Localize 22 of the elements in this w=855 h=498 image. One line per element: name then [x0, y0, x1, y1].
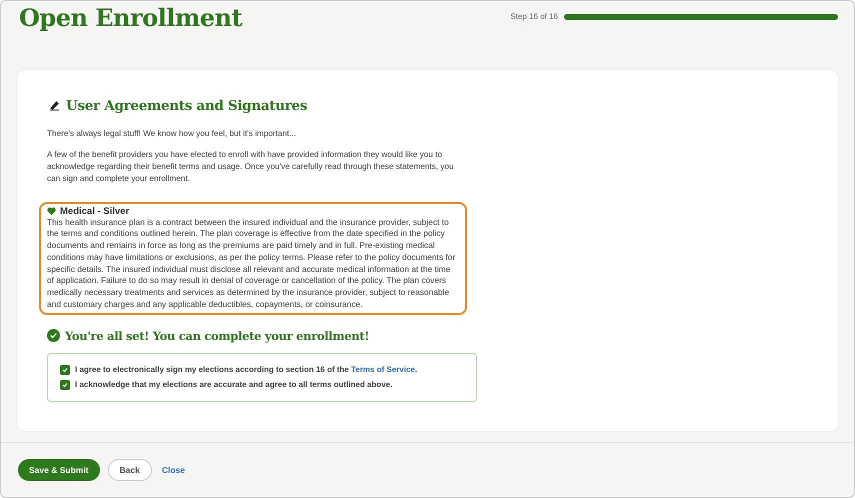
checkmark-icon — [62, 382, 68, 388]
checkbox-label: I agree to electronically sign my elections according to section 16 of the Terms of Service. — [75, 365, 418, 374]
status-message: You're all set! You can complete your enrollment! — [65, 328, 370, 343]
intro-text: There's always legal stuff! We know how you feel, but it's important... — [47, 128, 298, 140]
checkmark-icon — [62, 366, 68, 373]
agreement-card[interactable] — [39, 202, 467, 315]
check-circle-icon — [47, 329, 60, 342]
checkbox[interactable] — [60, 380, 70, 390]
step-label: Step 16 of 16 — [510, 12, 558, 21]
close-link[interactable]: Close — [160, 459, 188, 481]
agreement-title: Medical - Silver — [60, 206, 130, 216]
terms-link[interactable]: Terms of Service — [351, 365, 415, 374]
submit-button[interactable]: Save & Submit — [18, 459, 100, 481]
checkbox-label: I acknowledge that my elections are accurate and agree to all terms outlined above. — [75, 380, 392, 390]
heart-icon — [47, 207, 56, 215]
page-title: Open Enrollment — [19, 3, 242, 32]
intro-text: A few of the benefit providers you have elected to enroll with have provided information they would like you to acknowledge regarding their benefit terms and usage. Once you've carefully read through these statements, you can sign and complete your enrollment. — [47, 148, 455, 184]
checkbox[interactable] — [60, 364, 70, 375]
back-button[interactable]: Back — [108, 459, 152, 481]
pen-icon — [49, 100, 60, 111]
agreement-text: This health insurance plan is a contract between the insured individual and the insurance provider, subject to the terms and conditions outlined herein. The plan coverage is effective from the date specified in the policy documents and remains in force as long as the premiums are paid timely and in full. Pre-existing medical conditions may have limitations or exclusions, as per the policy terms. Please refer to the policy documents for specific details. The insured individual must disclose all relevant and accurate medical information at the time of application. Failure to do so may result in denial of coverage or cancellation of the policy. The plan covers medically necessary treatments and services as determined by the insurance provider, subject to reasonable and customary charges and any applicable deductibles, copayments, or coinsurance. — [47, 216, 456, 311]
section-title: User Agreements and Signatures — [66, 98, 308, 114]
